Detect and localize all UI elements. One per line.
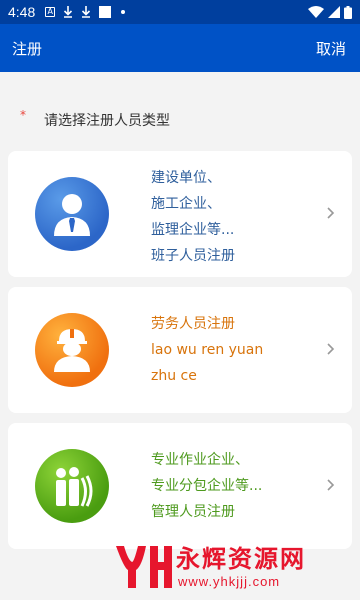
register-type-card-labor[interactable]: 劳务人员注册 lao wu ren yuan zhu ce	[8, 287, 352, 413]
register-type-card-specialist[interactable]: 专业作业企业、 专业分包企业等... 管理人员注册	[8, 423, 352, 549]
chevron-right-icon	[327, 343, 335, 355]
card-line: 施工企业、	[151, 196, 221, 212]
card-line: 建设单位、	[151, 170, 221, 186]
app-bar: 注册 取消	[0, 24, 360, 72]
register-type-card-management[interactable]: 建设单位、 施工企业、 监理企业等... 班子人员注册	[8, 151, 352, 277]
battery-icon	[344, 5, 352, 19]
status-time: 4:48	[8, 4, 36, 20]
section-label: * 请选择注册人员类型	[20, 108, 170, 130]
worker-helmet-icon	[35, 313, 109, 387]
group-people-icon	[35, 449, 109, 523]
card-line: 专业作业企业、	[151, 452, 249, 468]
watermark-logo-icon	[116, 546, 172, 588]
chevron-right-icon	[327, 207, 335, 219]
watermark: 永辉资源网 www.yhkjjj.com	[112, 540, 352, 592]
signal-icon	[328, 6, 340, 18]
card-line: 管理人员注册	[151, 504, 235, 520]
card-line: 监理企业等...	[151, 222, 235, 238]
watermark-text: 永辉资源网	[176, 544, 306, 573]
page-title: 注册	[12, 39, 43, 58]
person-tie-icon	[35, 177, 109, 251]
watermark-url: www.yhkjjj.com	[178, 573, 281, 589]
status-bar: 4:48 A	[0, 0, 360, 24]
image-icon	[99, 6, 112, 18]
card-line: lao wu ren yuan	[151, 342, 264, 358]
dot-icon	[121, 10, 126, 14]
card-line: 专业分包企业等...	[151, 478, 263, 494]
card-line: zhu ce	[151, 368, 197, 384]
card-text: 劳务人员注册 lao wu ren yuan zhu ce	[151, 311, 263, 389]
section-label-text: 请选择注册人员类型	[44, 113, 170, 129]
download-icon	[64, 6, 73, 18]
card-line: 劳务人员注册	[151, 316, 235, 332]
required-mark: *	[20, 108, 26, 122]
notification-a-icon: A	[45, 7, 56, 17]
wifi-icon	[308, 6, 324, 18]
cancel-button[interactable]: 取消	[316, 38, 346, 59]
card-text: 专业作业企业、 专业分包企业等... 管理人员注册	[151, 447, 262, 525]
card-text: 建设单位、 施工企业、 监理企业等... 班子人员注册	[151, 165, 235, 269]
download-icon	[82, 6, 91, 18]
chevron-right-icon	[327, 479, 335, 491]
card-line: 班子人员注册	[151, 248, 235, 264]
